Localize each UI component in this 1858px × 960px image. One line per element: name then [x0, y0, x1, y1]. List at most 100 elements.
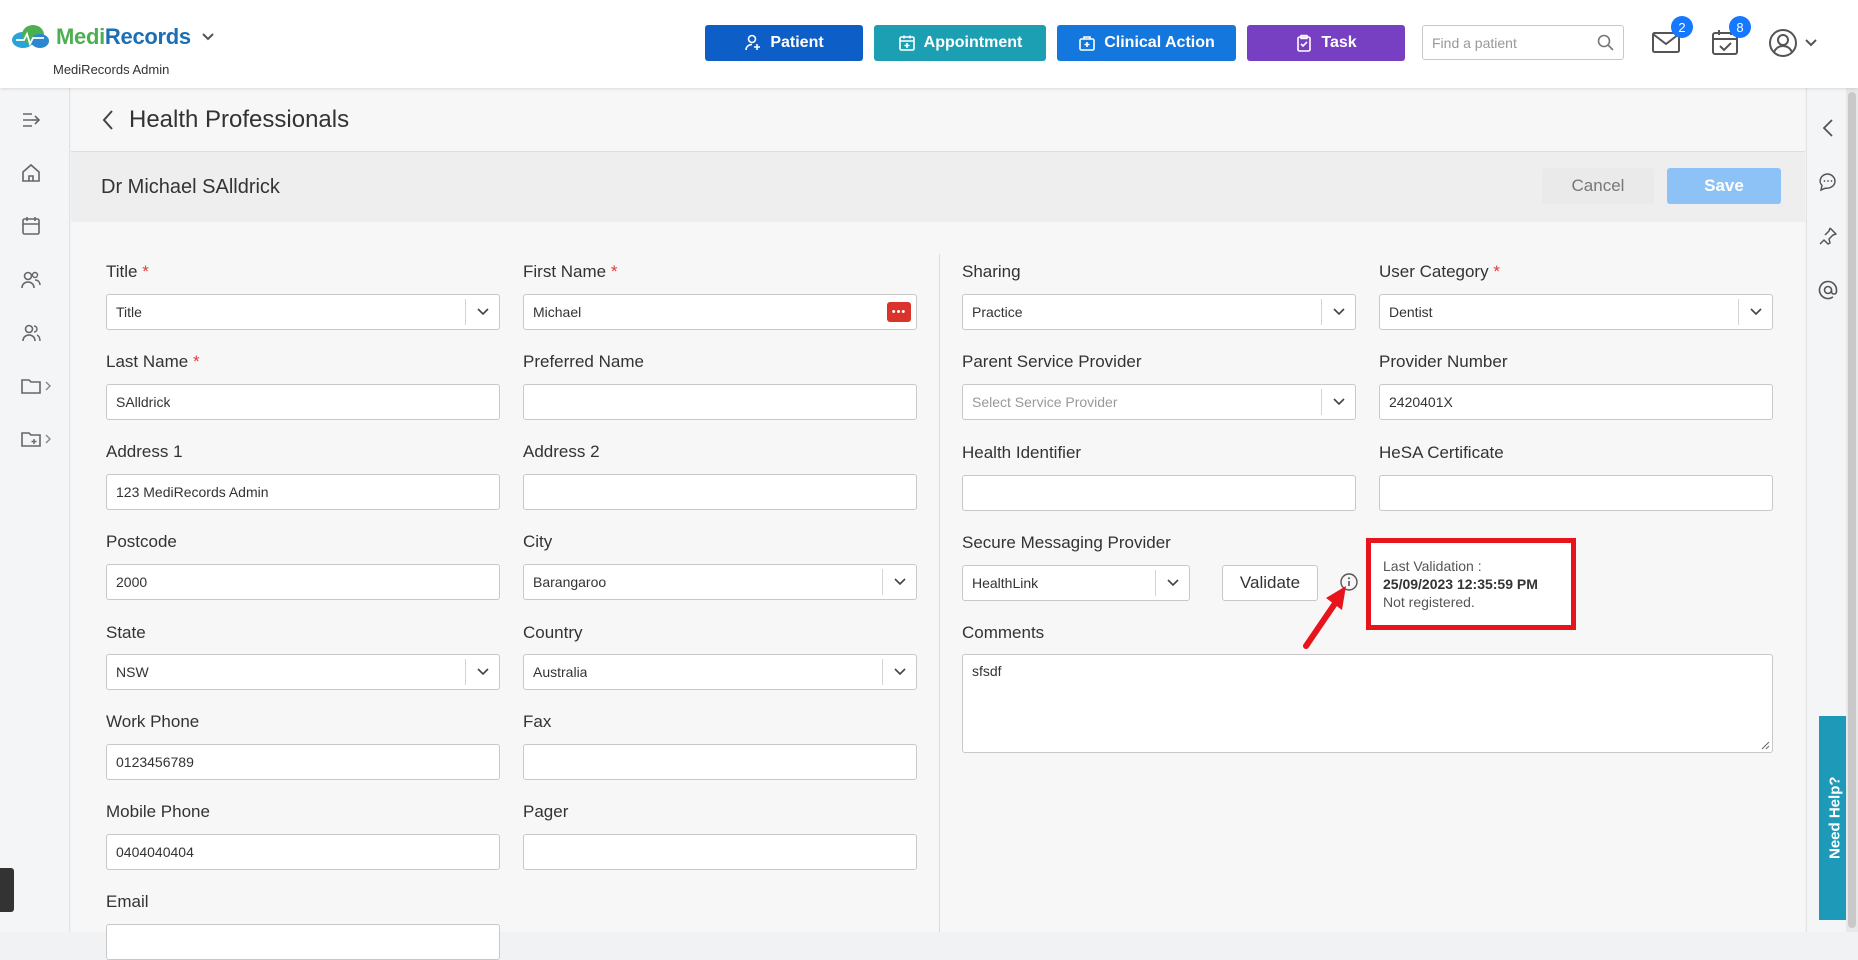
preferred-name-label: Preferred Name — [523, 352, 644, 371]
sidebar-item-calendar[interactable] — [20, 211, 54, 241]
task-button[interactable]: Task — [1247, 25, 1405, 61]
fax-field[interactable] — [523, 744, 917, 780]
page-title: Health Professionals — [129, 105, 350, 133]
city-label: City — [523, 532, 553, 551]
fax-label: Fax — [523, 712, 552, 731]
address1-field[interactable]: 123 MediRecords Admin — [106, 474, 500, 510]
sidebar-item-contacts[interactable] — [20, 318, 54, 348]
tooltip-heading: Last Validation : — [1383, 558, 1482, 574]
main-content: Health Professionals Dr Michael SAlldric… — [71, 88, 1805, 960]
country-label: Country — [523, 623, 583, 642]
work-phone-label: Work Phone — [106, 712, 200, 731]
column-divider — [939, 254, 940, 932]
last-name-field[interactable]: SAlldrick — [106, 384, 500, 420]
messages-button[interactable]: 2 — [1651, 16, 1693, 61]
medical-kit-icon — [1079, 36, 1096, 51]
brand-logo[interactable]: MediRecords — [10, 24, 215, 50]
first-name-label: First Name * — [523, 262, 618, 281]
need-help-label: Need Help? — [1826, 776, 1844, 860]
health-identifier-field[interactable] — [962, 475, 1356, 511]
user-category-label: User Category * — [1379, 262, 1500, 281]
pin-button[interactable] — [1816, 224, 1840, 248]
cancel-button[interactable]: Cancel — [1542, 168, 1654, 204]
hesa-certificate-field[interactable] — [1379, 475, 1773, 511]
patient-button-label: Patient — [770, 34, 824, 51]
task-button-label: Task — [1321, 34, 1357, 51]
address1-label: Address 1 — [106, 442, 183, 461]
chevron-down-icon[interactable] — [201, 29, 215, 45]
patient-button[interactable]: Patient — [705, 25, 863, 61]
address2-field[interactable] — [523, 474, 917, 510]
back-button[interactable] — [101, 109, 115, 131]
more-options-icon[interactable]: ••• — [887, 302, 911, 322]
patient-search — [1422, 25, 1624, 60]
preferred-name-field[interactable] — [523, 384, 917, 420]
collapse-rail-button[interactable] — [1816, 116, 1840, 140]
sharing-label: Sharing — [962, 262, 1021, 281]
appointment-button-label: Appointment — [923, 34, 1023, 51]
vertical-scrollbar[interactable] — [1846, 88, 1858, 932]
comments-textarea[interactable]: sfsdf — [962, 654, 1773, 753]
resize-handle-icon — [1761, 741, 1770, 750]
appointment-button[interactable]: Appointment — [874, 25, 1046, 61]
chevron-left-icon — [1822, 119, 1833, 137]
folder-icon — [21, 379, 41, 394]
calendar-icon — [22, 217, 40, 235]
chevron-down-icon — [1321, 299, 1355, 325]
mention-button[interactable] — [1816, 278, 1840, 302]
user-menu[interactable] — [1768, 28, 1818, 58]
city-select[interactable]: Barangaroo — [523, 564, 917, 600]
email-field[interactable] — [106, 924, 500, 960]
cloud-logo-icon — [12, 25, 49, 48]
search-icon[interactable] — [1597, 34, 1614, 51]
annotation-arrow-icon — [1303, 586, 1346, 649]
state-select[interactable]: NSW — [106, 654, 500, 690]
expand-sidebar-button[interactable] — [20, 105, 54, 135]
work-phone-field[interactable]: 0123456789 — [106, 744, 500, 780]
chevron-down-icon — [465, 659, 499, 685]
brand-name: MediRecords — [56, 24, 191, 49]
first-name-field[interactable]: Michael ••• — [523, 294, 917, 330]
chevron-left-icon — [102, 109, 113, 130]
chevron-right-icon — [45, 434, 51, 444]
expand-menu-icon — [23, 113, 41, 127]
top-header: MediRecords MediRecords Admin Patient Ap… — [0, 0, 1858, 88]
tooltip-datetime: 25/09/2023 12:35:59 PM — [1383, 576, 1538, 592]
parent-provider-select[interactable]: Select Service Provider — [962, 384, 1356, 420]
pager-field[interactable] — [523, 834, 917, 870]
sidebar-item-home[interactable] — [20, 158, 54, 188]
at-sign-icon — [1818, 280, 1838, 300]
save-button[interactable]: Save — [1667, 168, 1781, 204]
pin-icon — [1819, 227, 1837, 245]
patients-icon — [21, 271, 41, 289]
search-input[interactable] — [1423, 26, 1593, 59]
tasks-count-badge: 8 — [1729, 16, 1751, 38]
secure-messaging-select[interactable]: HealthLink — [962, 565, 1190, 601]
tasks-calendar-button[interactable]: 8 — [1711, 16, 1751, 61]
user-category-select[interactable]: Dentist — [1379, 294, 1773, 330]
pager-label: Pager — [523, 802, 569, 821]
chevron-down-icon — [1738, 299, 1772, 325]
title-select[interactable]: Title — [106, 294, 500, 330]
messages-count-badge: 2 — [1671, 16, 1693, 38]
email-label: Email — [106, 892, 149, 911]
country-select[interactable]: Australia — [523, 654, 917, 690]
secure-messaging-label: Secure Messaging Provider — [962, 533, 1171, 552]
mobile-phone-field[interactable]: 0404040404 — [106, 834, 500, 870]
sidebar-pull-tab[interactable] — [0, 868, 14, 912]
users-icon — [22, 324, 41, 342]
postcode-field[interactable]: 2000 — [106, 564, 500, 600]
clinical-action-button[interactable]: Clinical Action — [1057, 25, 1236, 61]
chat-button[interactable] — [1816, 170, 1840, 194]
parent-provider-label: Parent Service Provider — [962, 352, 1142, 371]
calendar-add-icon — [898, 35, 915, 51]
sidebar-item-folders[interactable] — [20, 371, 54, 401]
clinical-action-button-label: Clinical Action — [1104, 34, 1215, 51]
provider-number-field[interactable]: 2420401X — [1379, 384, 1773, 420]
chevron-down-icon — [465, 299, 499, 325]
sidebar-item-add-folder[interactable] — [20, 424, 54, 454]
scrollbar-thumb[interactable] — [1848, 92, 1856, 928]
sidebar-item-patients[interactable] — [20, 265, 54, 295]
folder-plus-icon — [21, 432, 41, 447]
sharing-select[interactable]: Practice — [962, 294, 1356, 330]
